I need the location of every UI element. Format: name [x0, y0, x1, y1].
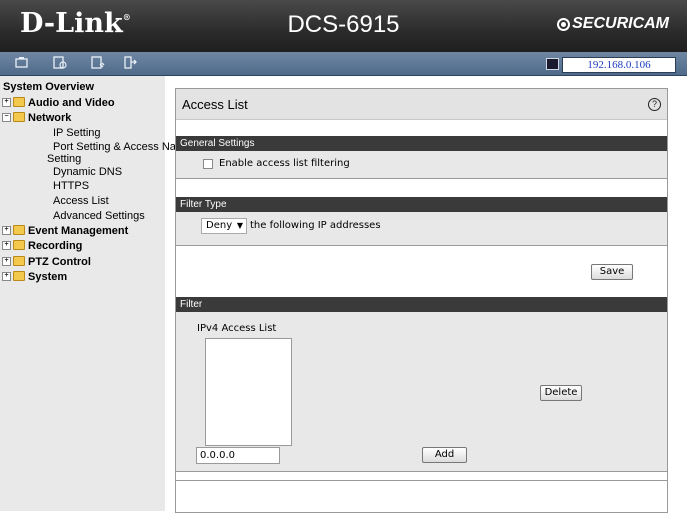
page-title: Access List: [182, 97, 248, 112]
filter-type-header: Filter Type: [176, 197, 667, 212]
chevron-down-icon: ▼: [236, 221, 243, 230]
ipv4-access-list-label: IPv4 Access List: [197, 323, 277, 334]
delete-button[interactable]: Delete: [540, 385, 582, 401]
folder-open-icon: [13, 112, 25, 123]
filter-header: Filter: [176, 297, 667, 312]
sidebar-item-audio-video[interactable]: + Audio and Video: [2, 97, 115, 109]
sidebar-item-port-setting[interactable]: Port Setting & Access Nan: [53, 141, 182, 153]
filter-mode-suffix: the following IP addresses: [250, 220, 381, 231]
logout-icon[interactable]: [122, 56, 137, 70]
sidebar-item-access-list[interactable]: Access List: [53, 195, 109, 207]
sidebar-item-ip-setting[interactable]: IP Setting: [53, 127, 101, 139]
securicam-logo: SECURICAM: [557, 15, 669, 33]
sidebar-item-advanced-settings[interactable]: Advanced Settings: [53, 210, 145, 222]
securicam-mark-icon: [557, 17, 571, 31]
sidebar-item-network[interactable]: − Network: [2, 112, 71, 124]
general-settings-header: General Settings: [176, 136, 667, 151]
folder-icon: [13, 225, 25, 236]
monitor-icon: [546, 58, 559, 70]
sidebar-item-ptz-control[interactable]: + PTZ Control: [2, 256, 91, 268]
ip-address-display: 192.168.0.106: [562, 57, 676, 73]
sidebar-item-system[interactable]: + System: [2, 271, 67, 283]
sidebar: System Overview + Audio and Video − Networ…: [0, 76, 182, 511]
setup-icon[interactable]: [90, 56, 105, 70]
folder-icon: [13, 256, 25, 267]
expand-icon[interactable]: +: [2, 256, 11, 266]
ipv4-access-list[interactable]: [205, 338, 292, 446]
sidebar-item-system-overview[interactable]: System Overview: [3, 81, 94, 93]
toolbar: 192.168.0.106: [0, 52, 687, 76]
enable-filtering-label: Enable access list filtering: [219, 158, 350, 169]
collapse-icon[interactable]: −: [2, 112, 11, 122]
expand-icon[interactable]: +: [2, 97, 11, 107]
folder-icon: [13, 240, 25, 251]
ip-address-input[interactable]: 0.0.0.0: [196, 447, 280, 464]
folder-icon: [13, 271, 25, 282]
header-bar: D-Link® DCS-6915 SECURICAM: [0, 0, 687, 52]
expand-icon[interactable]: +: [2, 225, 11, 235]
expand-icon[interactable]: +: [2, 271, 11, 281]
filter-type-panel: Deny ▼ the following IP addresses: [176, 212, 667, 246]
title-bar: Access List ?: [176, 89, 667, 120]
sidebar-item-https[interactable]: HTTPS: [53, 180, 89, 192]
folder-icon: [13, 97, 25, 108]
save-button[interactable]: Save: [591, 264, 633, 280]
divider: [176, 480, 667, 481]
sidebar-item-port-setting-cont[interactable]: Setting: [47, 153, 81, 165]
sidebar-item-event-management[interactable]: + Event Management: [2, 225, 128, 237]
enable-filtering-checkbox[interactable]: [203, 159, 213, 169]
live-view-icon[interactable]: [14, 56, 29, 70]
sidebar-item-recording[interactable]: + Recording: [2, 240, 82, 252]
general-settings-panel: Enable access list filtering: [176, 151, 667, 179]
main-content: Access List ? General Settings Enable ac…: [175, 88, 668, 513]
expand-icon[interactable]: +: [2, 240, 11, 250]
add-button[interactable]: Add: [422, 447, 467, 463]
playback-icon[interactable]: [52, 56, 67, 70]
sidebar-item-dynamic-dns[interactable]: Dynamic DNS: [53, 166, 122, 178]
filter-mode-select[interactable]: Deny ▼: [201, 218, 247, 234]
help-icon[interactable]: ?: [648, 98, 661, 111]
